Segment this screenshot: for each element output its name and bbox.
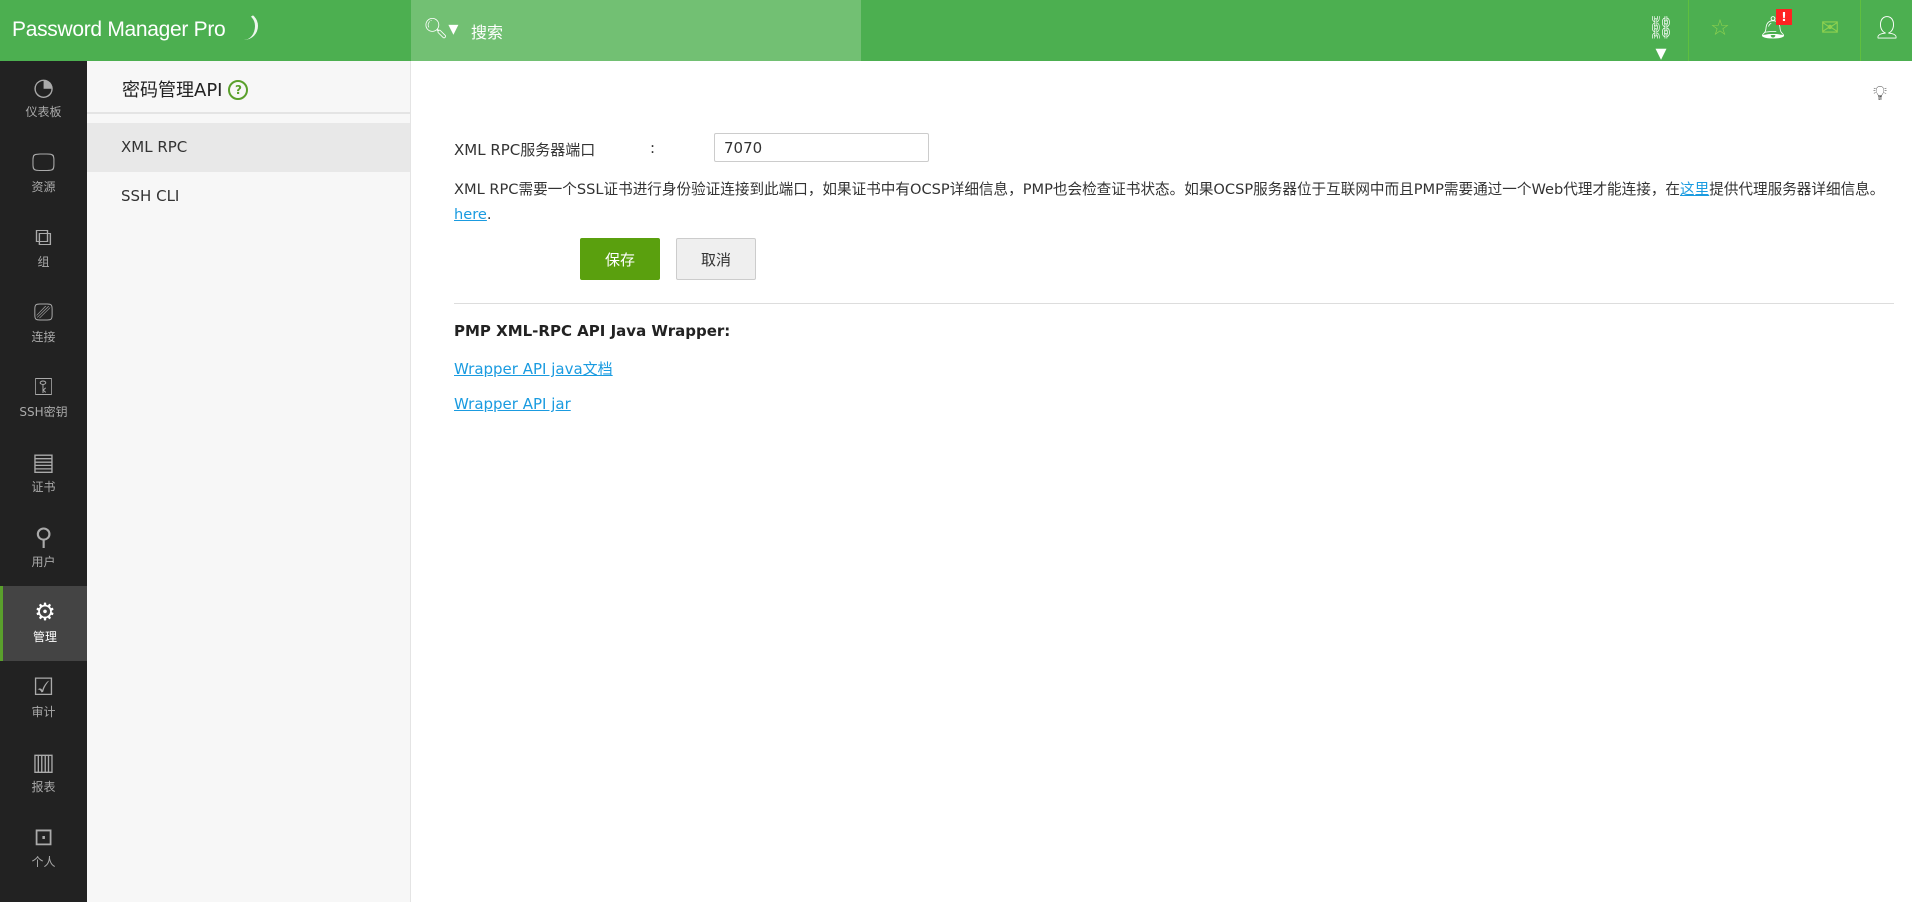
wrapper-heading: PMP XML-RPC API Java Wrapper: [454,322,731,340]
sidebar-item-3[interactable]: ⎚ 连接 [0,286,87,361]
javadoc-link[interactable]: Wrapper API java文档 [454,358,613,379]
main-sidebar: ◔ 仪表板 🖵 资源 ⧉ 组 ⎚ 连接 ⚿ SSH密钥 ▤ 证书 ⚲ 用户 ⚙ 管理 ☑ 审计 ▥ 报表 ⊡ 个人 [0,61,87,902]
sidebar-item-label: 个人 [31,855,56,869]
help-icon[interactable]: ? [228,80,249,100]
description: XML RPC需要一个SSL证书进行身份验证连接到此端口，如果证书中有OCSP详… [454,177,1894,227]
sidebar-icon: ⚙ [34,598,56,626]
period: . [486,206,492,223]
sidebar-item-4[interactable]: ⚿ SSH密钥 [0,361,87,436]
sidebar-icon: ▤ [32,448,55,476]
here-link[interactable]: here [454,206,487,223]
subnav-item-ssh-cli[interactable]: SSH CLI [87,172,410,221]
subnav-title: 密码管理API? [87,61,410,114]
app-logo[interactable]: Password Manager Pro [12,18,226,42]
port-input[interactable] [714,133,929,162]
sidebar-item-10[interactable]: ⊡ 个人 [0,811,87,886]
user-star-icon[interactable]: ☆ [1705,16,1735,41]
sidebar-item-2[interactable]: ⧉ 组 [0,211,87,286]
sidebar-item-label: 连接 [31,330,56,344]
cancel-button[interactable]: 取消 [676,238,756,280]
alert-badge: ! [1776,9,1792,25]
description-text: 提供代理服务器详细信息。 [1709,181,1885,198]
sidebar-item-label: 审计 [31,705,56,719]
lightbulb-icon[interactable]: 💡︎ [1873,81,1887,105]
sidebar-icon: 🖵 [31,148,56,176]
sidebar-icon: ⎚ [33,298,54,326]
sidebar-item-label: 组 [37,255,50,269]
sidebar-item-label: 资源 [31,180,56,194]
port-label: XML RPC服务器端口 [454,141,596,159]
subnav-item-xml-rpc[interactable]: XML RPC [87,123,410,172]
search-placeholder: 搜索 [471,23,504,42]
sidebar-icon: ⊡ [33,823,54,851]
sidebar-item-label: 管理 [32,630,57,644]
sidebar-item-label: 仪表板 [25,105,62,119]
jar-link[interactable]: Wrapper API jar [454,395,571,413]
mail-icon[interactable]: ✉ [1815,16,1845,41]
search-bar[interactable]: 🔍︎▾ 搜索 [411,0,861,61]
user-profile-icon[interactable]: 👤︎ [1872,16,1902,41]
sidebar-item-label: 证书 [31,480,56,494]
divider [1860,0,1861,61]
sidebar-icon: ⚿ [34,373,53,401]
description-text: XML RPC需要一个SSL证书进行身份验证连接到此端口，如果证书中有OCSP详… [454,181,1681,198]
sub-navigation: 密码管理API? XML RPC SSH CLI [87,61,411,902]
sidebar-item-5[interactable]: ▤ 证书 [0,436,87,511]
sidebar-item-1[interactable]: 🖵 资源 [0,136,87,211]
logo-swoosh-icon [238,12,258,40]
sidebar-item-label: SSH密钥 [19,405,68,419]
sidebar-icon: ⧉ [34,223,53,251]
sidebar-item-label: 用户 [31,555,56,569]
colon: : [650,139,656,157]
sidebar-item-7[interactable]: ⚙ 管理 [0,586,87,661]
here-cn-link[interactable]: 这里 [1680,181,1709,198]
search-icon[interactable]: 🔍︎▾ [423,16,458,40]
main-content: 💡︎ XML RPC服务器端口 : XML RPC需要一个SSL证书进行身份验证… [411,61,1912,902]
sidebar-item-6[interactable]: ⚲ 用户 [0,511,87,586]
sidebar-item-0[interactable]: ◔ 仪表板 [0,61,87,136]
sidebar-icon: ◔ [33,73,54,101]
sidebar-item-8[interactable]: ☑ 审计 [0,661,87,736]
save-button[interactable]: 保存 [580,238,660,280]
divider [1688,0,1689,61]
link-icon[interactable]: ⛓▾ [1646,16,1676,66]
sidebar-item-label: 报表 [31,780,56,794]
divider [454,303,1894,304]
sidebar-icon: ⚲ [34,523,53,551]
top-header: Password Manager Pro 🔍︎▾ 搜索 ⛓▾ ☆ 🔔︎ ! ✉ … [0,0,1912,66]
sidebar-item-9[interactable]: ▥ 报表 [0,736,87,811]
subnav-title-text: 密码管理API [122,80,223,101]
sidebar-icon: ▥ [32,748,55,776]
sidebar-icon: ☑ [32,673,55,701]
